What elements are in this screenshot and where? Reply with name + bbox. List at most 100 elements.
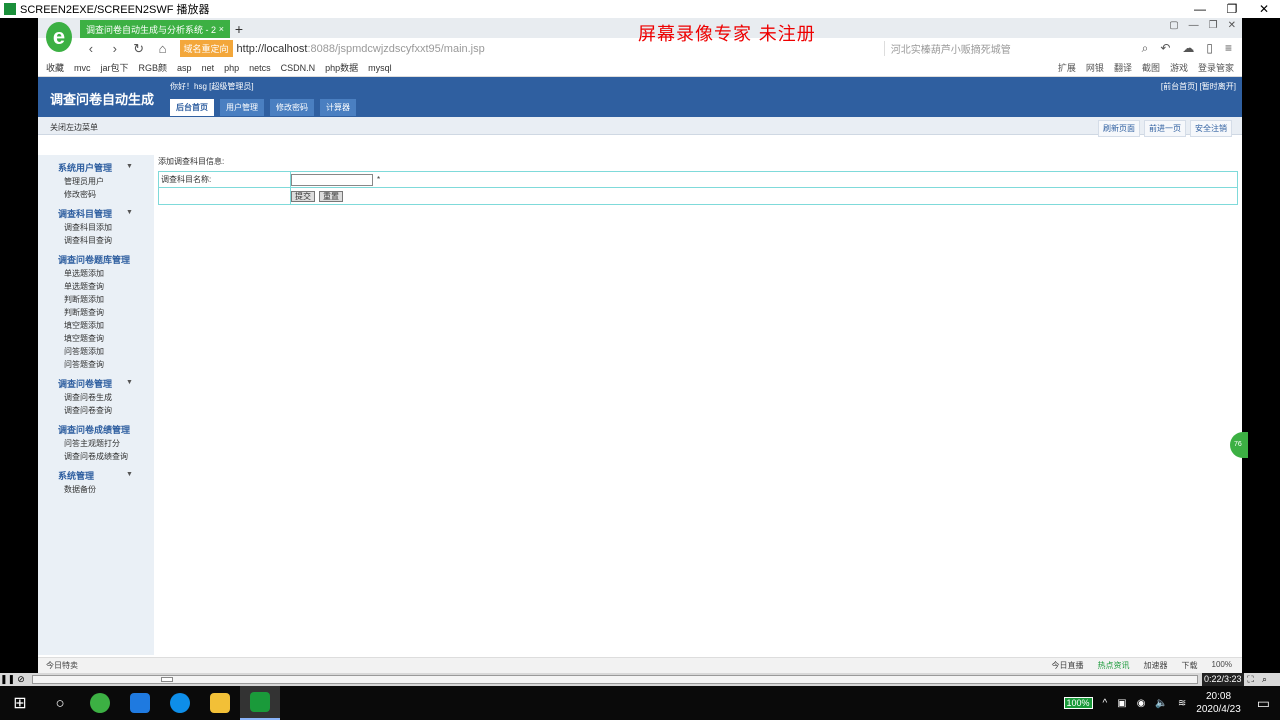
bookmark-item[interactable]: CSDN.N — [281, 63, 316, 73]
close-left-menu-link[interactable]: 关闭左边菜单 — [50, 122, 98, 133]
browser-minimize-button[interactable]: — — [1189, 20, 1199, 31]
browser-search-box[interactable]: 河北实榛葫芦小贩摘死城管 — [883, 41, 1132, 56]
toolbar-games[interactable]: 游戏 — [1170, 61, 1188, 74]
taskbar-player-app[interactable] — [240, 686, 280, 720]
tab-close-icon[interactable]: × — [219, 24, 224, 34]
sidebar-item[interactable]: 调查问卷成绩查询 — [38, 450, 154, 463]
sidebar-group-scores[interactable]: 调查问卷成绩管理 — [38, 423, 154, 437]
wechat-icon[interactable]: ◉ — [1137, 698, 1146, 709]
sidebar-group-surveys[interactable]: 调查问卷管理 ▼ — [38, 377, 154, 391]
toolbar-translate[interactable]: 翻译 — [1114, 61, 1132, 74]
playback-slider[interactable] — [32, 675, 1198, 684]
close-button[interactable]: ✕ — [1248, 0, 1280, 18]
logout-button[interactable]: 安全注销 — [1190, 120, 1232, 137]
news-link[interactable]: 热点资讯 — [1098, 660, 1130, 671]
toolbar-bank[interactable]: 网银 — [1086, 61, 1104, 74]
submit-button[interactable]: 提交 — [291, 190, 315, 202]
sidebar-item[interactable]: 填空题添加 — [38, 319, 154, 332]
network-icon[interactable]: ≋ — [1178, 698, 1186, 709]
go-forward-button[interactable]: 前进一页 — [1144, 120, 1186, 137]
minimize-button[interactable]: — — [1184, 0, 1216, 18]
sidebar-item[interactable]: 判断题查询 — [38, 306, 154, 319]
search-icon[interactable]: ⌕ — [1142, 41, 1149, 56]
sidebar-item[interactable]: 问答主观题打分 — [38, 437, 154, 450]
taskbar-teamviewer-app[interactable] — [160, 686, 200, 720]
bookmark-item[interactable]: netcs — [249, 63, 271, 73]
volume-icon[interactable]: 🔈 — [1155, 698, 1167, 709]
undo-icon[interactable]: ↶ — [1160, 41, 1170, 56]
zoom-level[interactable]: 100% — [1212, 660, 1232, 671]
sidebar-item[interactable]: 单选题查询 — [38, 280, 154, 293]
new-tab-button[interactable]: + — [230, 20, 248, 38]
bookmark-item[interactable]: php — [224, 63, 239, 73]
playback-thumb[interactable] — [161, 677, 173, 682]
bookmark-item[interactable]: jar包下 — [101, 61, 129, 74]
sidebar-item[interactable]: 调查科目添加 — [38, 221, 154, 234]
battery-indicator[interactable]: 100% — [1063, 697, 1093, 709]
sidebar-item[interactable]: 问答题添加 — [38, 345, 154, 358]
subject-name-input[interactable] — [291, 173, 373, 186]
sidebar-item[interactable]: 单选题添加 — [38, 267, 154, 280]
bookmark-item[interactable]: 收藏 — [46, 61, 64, 74]
refresh-page-button[interactable]: 刷新页面 — [1098, 120, 1140, 137]
reset-button[interactable]: 重置 — [319, 190, 343, 202]
zoom-icon[interactable]: ⌕ — [1258, 674, 1272, 685]
cloud-icon[interactable]: ☁ — [1182, 41, 1194, 56]
fullscreen-icon[interactable]: ⛶ — [1244, 674, 1258, 685]
pause-icon[interactable]: ❚❚ — [0, 674, 15, 685]
sidebar-item[interactable]: 问答题查询 — [38, 358, 154, 371]
tab-user-management[interactable]: 用户管理 — [220, 99, 264, 116]
browser-window: 调查问卷自动生成与分析系统 - 2 × + 屏幕录像专家 未注册 ▢ — ❐ ✕… — [38, 18, 1242, 673]
forward-icon[interactable]: › — [108, 41, 122, 56]
toolbar-screenshot[interactable]: 截图 — [1142, 61, 1160, 74]
top-links[interactable]: [前台首页] [暂时离开] — [1161, 81, 1236, 92]
sidebar-group-system-users[interactable]: 系统用户管理 ▼ — [38, 161, 154, 175]
sidebar-item[interactable]: 调查科目查询 — [38, 234, 154, 247]
bookmark-item[interactable]: mvc — [74, 63, 91, 73]
accelerator-link[interactable]: 加速器 — [1144, 660, 1168, 671]
taskbar-blue-app[interactable] — [120, 686, 160, 720]
browser-menu-icon[interactable]: ▢ — [1169, 20, 1178, 31]
toolbar-extensions[interactable]: 扩展 — [1058, 61, 1076, 74]
sidebar-item[interactable]: 填空题查询 — [38, 332, 154, 345]
sidebar-item[interactable]: 数据备份 — [38, 483, 154, 496]
sidebar-group-system[interactable]: 系统管理 ▼ — [38, 469, 154, 483]
stop-icon[interactable]: ⊘ — [14, 674, 28, 685]
browser-close-button[interactable]: ✕ — [1228, 20, 1236, 31]
windows-start-icon[interactable]: ⊞ — [0, 693, 40, 713]
tray-app-icon[interactable]: ▣ — [1117, 698, 1126, 709]
sidebar-group-question-bank[interactable]: 调查问卷题库管理 — [38, 253, 154, 267]
sidebar-item[interactable]: 调查问卷查询 — [38, 404, 154, 417]
daily-sale-link[interactable]: 今日特卖 — [46, 660, 78, 671]
live-link[interactable]: 今日直播 — [1052, 660, 1084, 671]
chevron-up-icon[interactable]: ^ — [1103, 698, 1108, 709]
download-link[interactable]: 下载 — [1182, 660, 1198, 671]
browser-tab[interactable]: 调查问卷自动生成与分析系统 - 2 × — [80, 20, 230, 38]
bookmark-item[interactable]: asp — [177, 63, 192, 73]
sidebar-item[interactable]: 管理员用户 — [38, 175, 154, 188]
taskbar-file-explorer-app[interactable] — [200, 686, 240, 720]
tab-admin-home[interactable]: 后台首页 — [170, 99, 214, 116]
tab-change-password[interactable]: 修改密码 — [270, 99, 314, 116]
hamburger-menu-icon[interactable]: ≡ — [1225, 41, 1232, 56]
bookmark-item[interactable]: php数据 — [325, 61, 358, 74]
notification-icon[interactable]: ▭ — [1257, 695, 1270, 712]
bookmark-item[interactable]: RGB颜 — [139, 61, 168, 74]
bookmark-item[interactable]: net — [202, 63, 215, 73]
sidebar-item[interactable]: 调查问卷生成 — [38, 391, 154, 404]
phone-icon[interactable]: ▯ — [1206, 41, 1213, 56]
sidebar-group-subjects[interactable]: 调查科目管理 ▼ — [38, 207, 154, 221]
home-icon[interactable]: ⌂ — [156, 41, 170, 56]
sidebar-item[interactable]: 修改密码 — [38, 188, 154, 201]
clock[interactable]: 20:08 2020/4/23 — [1196, 690, 1241, 716]
reload-icon[interactable]: ↻ — [132, 41, 146, 57]
cortana-icon[interactable]: ○ — [40, 695, 80, 712]
restore-button[interactable]: ❐ — [1216, 0, 1248, 18]
tab-calculator[interactable]: 计算器 — [320, 99, 356, 116]
taskbar-browser-app[interactable] — [80, 686, 120, 720]
sidebar-item[interactable]: 判断题添加 — [38, 293, 154, 306]
toolbar-login-manager[interactable]: 登录管家 — [1198, 61, 1234, 74]
browser-restore-button[interactable]: ❐ — [1209, 20, 1218, 31]
back-icon[interactable]: ‹ — [84, 41, 98, 56]
bookmark-item[interactable]: mysql — [368, 63, 392, 73]
